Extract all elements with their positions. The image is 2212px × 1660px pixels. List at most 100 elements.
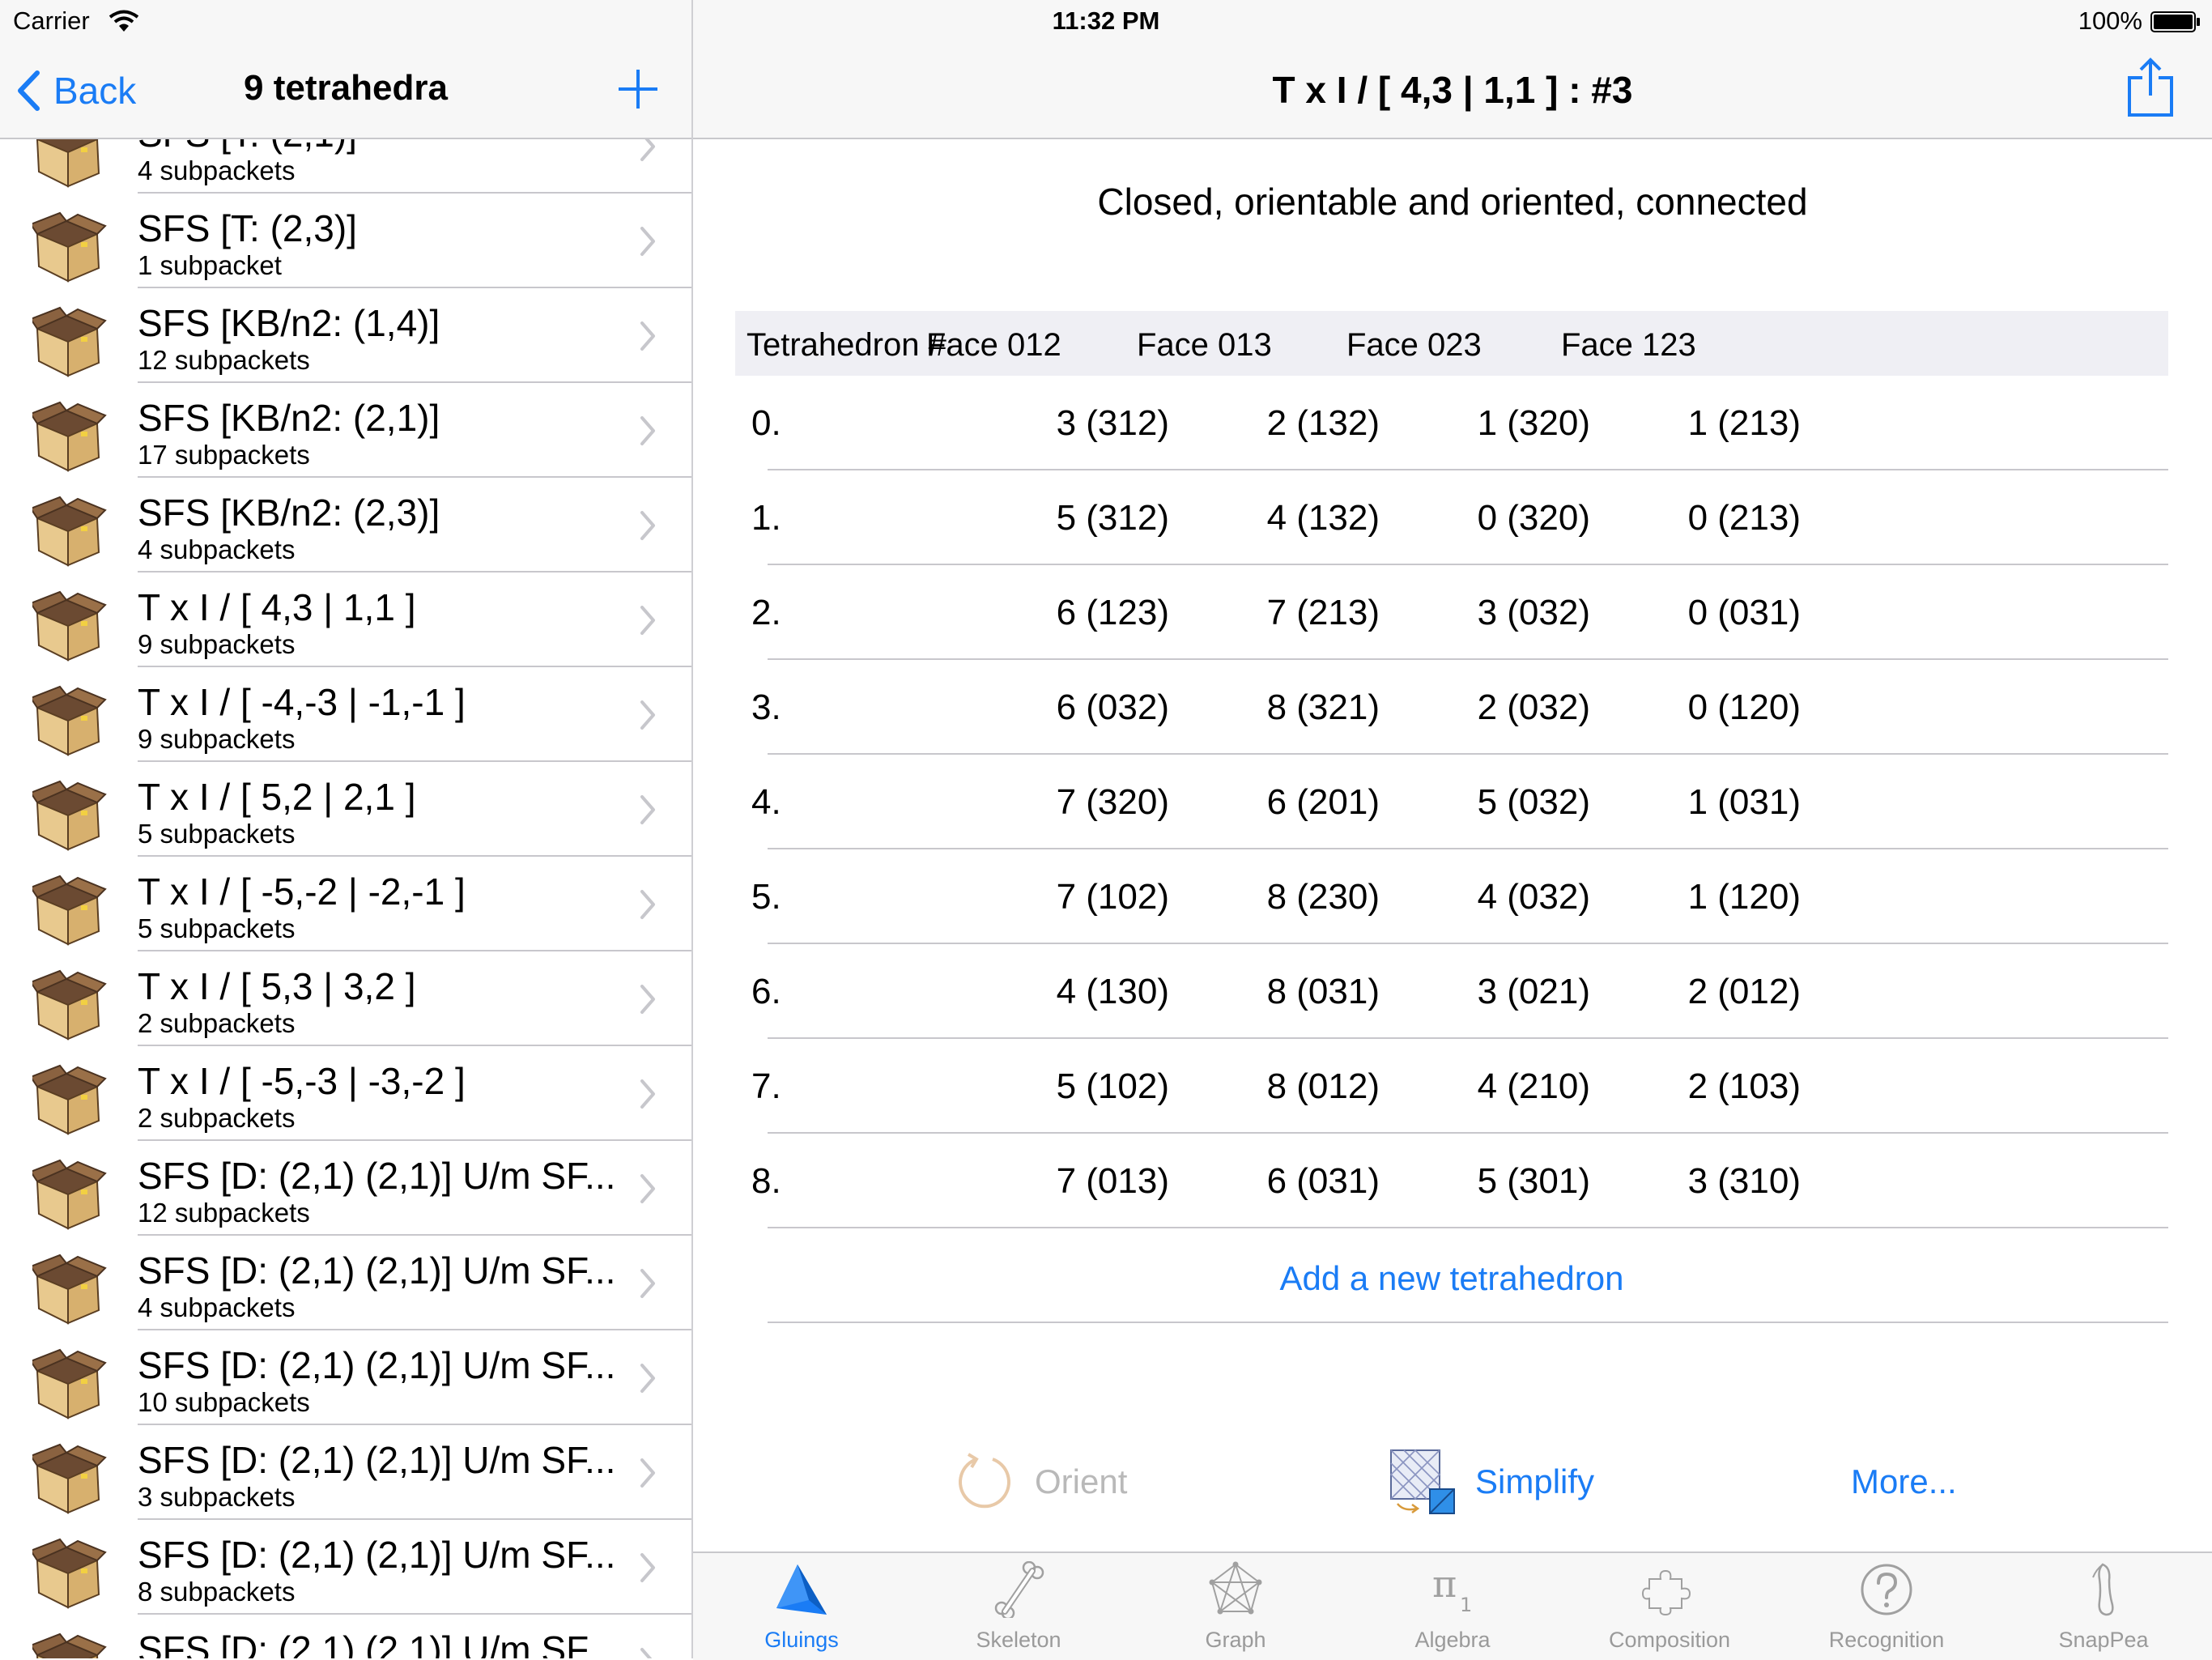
face-gluing-cell[interactable]: 7 (320) [975,782,1169,823]
face-gluing-cell[interactable]: 1 (320) [1396,403,1590,444]
face-gluing-cell[interactable]: 1 (031) [1606,782,1801,823]
face-gluing-cell[interactable]: 7 (102) [975,877,1169,917]
more-button[interactable]: More... [1851,1441,1957,1522]
simplify-button[interactable]: Simplify [1388,1441,1594,1522]
add-tetrahedron-row[interactable]: Add a new tetrahedron [735,1228,2168,1323]
table-row[interactable]: 0. 3 (312) 2 (132) 1 (320) 1 (213) [735,376,2168,470]
packet-list[interactable]: SFS [T: (2,1)]4 subpacketsSFS [T: (2,3)]… [0,99,691,1658]
face-gluing-cell[interactable]: 4 (210) [1396,1066,1590,1107]
tab-graph[interactable]: Graph [1127,1553,1344,1660]
face-gluing-cell[interactable]: 2 (032) [1396,687,1590,728]
packet-box-icon [32,590,107,662]
face-gluing-cell[interactable]: 6 (123) [975,593,1169,633]
face-gluing-cell[interactable]: 5 (301) [1396,1161,1590,1202]
packet-subtitle: 4 subpackets [138,534,296,564]
tab-composition[interactable]: Composition [1561,1553,1778,1660]
list-item[interactable]: T x I / [ 4,3 | 1,1 ] 9 subpackets [0,572,691,667]
list-item[interactable]: SFS [D: (2,1) (2,1)] U/m SF... 4 subpacke… [0,1236,691,1330]
add-tetrahedron-button[interactable]: Add a new tetrahedron [735,1259,2168,1298]
add-icon[interactable] [614,65,662,113]
face-gluing-cell[interactable]: 0 (213) [1606,498,1801,538]
list-item[interactable]: T x I / [ -5,-3 | -3,-2 ] 2 subpackets [0,1046,691,1141]
packet-subtitle: 12 subpackets [138,345,310,375]
orient-button[interactable]: Orient [952,1441,1127,1522]
face-gluing-cell[interactable]: 6 (031) [1185,1161,1380,1202]
list-item[interactable]: T x I / [ -5,-2 | -2,-1 ] 5 subpackets [0,857,691,951]
face-gluing-cell[interactable]: 2 (103) [1606,1066,1801,1107]
tab-snappea[interactable]: SnapPea [1995,1553,2212,1660]
list-item[interactable]: SFS [D: (2,1) (2,1)] U/m SF... [0,1615,691,1658]
tetrahedron-number: 0. [751,403,781,443]
table-row[interactable]: 5. 7 (102) 8 (230) 4 (032) 1 (120) [735,849,2168,944]
face-gluing-cell[interactable]: 3 (021) [1396,972,1590,1012]
packet-subtitle: 10 subpackets [138,1387,310,1417]
face-gluing-cell[interactable]: 7 (213) [1185,593,1380,633]
table-row[interactable]: 1. 5 (312) 4 (132) 0 (320) 0 (213) [735,470,2168,565]
face-gluing-cell[interactable]: 5 (032) [1396,782,1590,823]
packet-box-icon [32,1632,107,1658]
face-gluing-cell[interactable]: 0 (120) [1606,687,1801,728]
face-gluing-cell[interactable]: 0 (031) [1606,593,1801,633]
face-gluing-cell[interactable]: 6 (032) [975,687,1169,728]
list-item[interactable]: SFS [T: (2,3)] 1 subpacket [0,194,691,288]
face-gluing-cell[interactable]: 4 (130) [975,972,1169,1012]
header-face-013: Face 013 [1137,327,1272,363]
table-row[interactable]: 8. 7 (013) 6 (031) 5 (301) 3 (310) [735,1134,2168,1228]
face-gluing-cell[interactable]: 8 (012) [1185,1066,1380,1107]
triangulation-description: Closed, orientable and oriented, connect… [1097,181,1808,223]
packet-subtitle: 9 subpackets [138,724,296,754]
face-gluing-cell[interactable]: 6 (201) [1185,782,1380,823]
list-item[interactable]: SFS [D: (2,1) (2,1)] U/m SF... 8 subpacke… [0,1520,691,1615]
face-gluing-cell[interactable]: 3 (310) [1606,1161,1801,1202]
face-gluing-cell[interactable]: 0 (320) [1396,498,1590,538]
face-gluing-cell[interactable]: 3 (032) [1396,593,1590,633]
table-row[interactable]: 2. 6 (123) 7 (213) 3 (032) 0 (031) [735,565,2168,660]
tab-label: SnapPea [2058,1628,2149,1652]
list-item[interactable]: SFS [KB/n2: (2,3)] 4 subpackets [0,478,691,572]
chevron-right-icon [640,795,655,824]
packet-box-icon [32,1443,107,1514]
tab-algebra[interactable]: π 1 Algebra [1344,1553,1561,1660]
list-item[interactable]: SFS [D: (2,1) (2,1)] U/m SF... 12 subpack… [0,1141,691,1236]
detail-title: T x I / [ 4,3 | 1,1 ] : #3 [1272,69,1633,111]
face-gluing-cell[interactable]: 1 (213) [1606,403,1801,444]
more-label: More... [1851,1462,1957,1500]
face-gluing-cell[interactable]: 7 (013) [975,1161,1169,1202]
face-gluing-cell[interactable]: 4 (032) [1396,877,1590,917]
packet-title: T x I / [ 4,3 | 1,1 ] [138,586,416,628]
tab-skeleton[interactable]: Skeleton [910,1553,1127,1660]
tetrahedron-number: 5. [751,877,781,917]
face-gluing-cell[interactable]: 5 (312) [975,498,1169,538]
table-row[interactable]: 3. 6 (032) 8 (321) 2 (032) 0 (120) [735,660,2168,755]
list-item[interactable]: T x I / [ -4,-3 | -1,-1 ] 9 subpackets [0,667,691,762]
face-gluing-cell[interactable]: 2 (132) [1185,403,1380,444]
face-gluing-cell[interactable]: 8 (321) [1185,687,1380,728]
list-item[interactable]: SFS [D: (2,1) (2,1)] U/m SF... 10 subpack… [0,1330,691,1425]
packet-title: SFS [KB/n2: (2,1)] [138,397,440,439]
face-gluing-cell[interactable]: 4 (132) [1185,498,1380,538]
list-item[interactable]: SFS [D: (2,1) (2,1)] U/m SF... 3 subpacke… [0,1425,691,1520]
face-gluing-cell[interactable]: 3 (312) [975,403,1169,444]
list-item[interactable]: SFS [KB/n2: (2,1)] 17 subpackets [0,383,691,478]
face-gluing-cell[interactable]: 2 (012) [1606,972,1801,1012]
face-gluing-cell[interactable]: 5 (102) [975,1066,1169,1107]
packet-box-icon [32,685,107,756]
table-row[interactable]: 7. 5 (102) 8 (012) 4 (210) 2 (103) [735,1039,2168,1134]
packet-title: SFS [D: (2,1) (2,1)] U/m SF... [138,1534,616,1576]
share-icon[interactable] [2125,57,2176,118]
face-gluing-cell[interactable]: 8 (230) [1185,877,1380,917]
list-item[interactable]: SFS [KB/n2: (1,4)] 12 subpackets [0,288,691,383]
chevron-right-icon [640,700,655,730]
list-item[interactable]: T x I / [ 5,2 | 2,1 ] 5 subpackets [0,762,691,857]
chevron-right-icon [640,227,655,256]
packet-box-icon [32,780,107,851]
table-row[interactable]: 6. 4 (130) 8 (031) 3 (021) 2 (012) [735,944,2168,1039]
tetrahedron-number: 4. [751,782,781,822]
tab-gluings[interactable]: Gluings [693,1553,910,1660]
chevron-right-icon [640,1269,655,1298]
tab-recognition[interactable]: Recognition [1778,1553,1995,1660]
table-row[interactable]: 4. 7 (320) 6 (201) 5 (032) 1 (031) [735,755,2168,849]
list-item[interactable]: T x I / [ 5,3 | 3,2 ] 2 subpackets [0,951,691,1046]
face-gluing-cell[interactable]: 8 (031) [1185,972,1380,1012]
face-gluing-cell[interactable]: 1 (120) [1606,877,1801,917]
